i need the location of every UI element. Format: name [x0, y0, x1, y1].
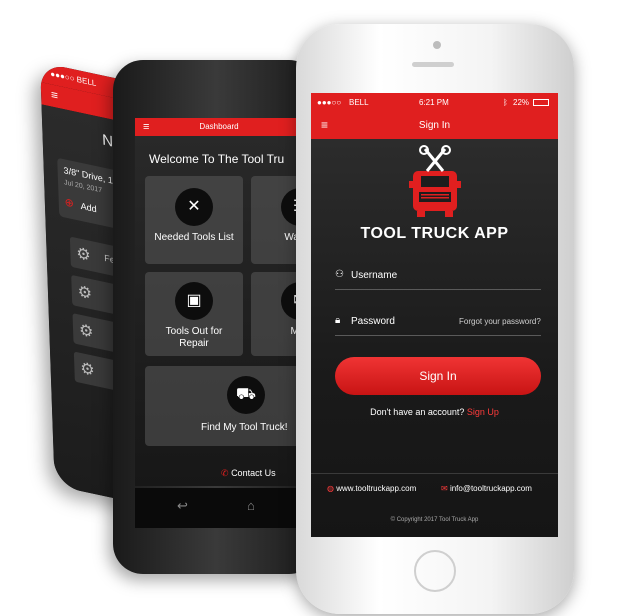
tile-label: Tools Out for Repair	[165, 326, 223, 349]
email-text: info@tooltruckapp.com	[449, 484, 532, 493]
email-link[interactable]: ✉ info@tooltruckapp.com	[441, 484, 532, 493]
gear-icon: ⚙	[76, 244, 92, 266]
mail-icon: ✉	[441, 484, 448, 493]
signin-header: ≡ Sign In	[311, 113, 558, 139]
phone-icon: ✆	[221, 468, 229, 478]
status-bar: ●●●○○ BELL 6:21 PM ᛒ 22%	[311, 93, 558, 113]
website-text: www.tooltruckapp.com	[336, 484, 417, 493]
camera-icon	[433, 41, 441, 49]
welcome-heading: Welcome To The Tool Tru	[149, 152, 285, 166]
gear-icon: ⚙	[80, 359, 95, 380]
signal-icon: ●●●○○	[317, 98, 342, 107]
website-link[interactable]: ◍ www.tooltruckapp.com	[327, 484, 416, 493]
truck-icon: ⛟	[227, 376, 265, 414]
password-label[interactable]: Password	[351, 316, 395, 327]
username-field[interactable]	[335, 289, 541, 290]
android-screen: ≡ Dashboard Welcome To The Tool Tru ✕ Ne…	[135, 118, 303, 486]
bluetooth-icon: ᛒ	[503, 98, 508, 107]
carrier-label: BELL	[349, 98, 369, 107]
repair-icon: ▣	[175, 282, 213, 320]
back-icon[interactable]: ↩	[177, 498, 188, 514]
add-label[interactable]: Add	[81, 201, 97, 215]
contact-us-label: Contact Us	[231, 468, 276, 478]
tile-tools-out-for-repair[interactable]: ▣ Tools Out for Repair	[145, 272, 243, 356]
tile-label: Needed Tools List	[154, 232, 234, 243]
iphone-screen: ●●●○○ BELL 6:21 PM ᛒ 22% ≡ Sign In TOOL …	[311, 93, 558, 537]
tools-icon: ✕	[175, 188, 213, 226]
gear-icon: ⚙	[77, 283, 93, 304]
tile-label: Find My Tool Truck!	[201, 422, 288, 433]
time-label: 6:21 PM	[419, 98, 449, 107]
home-button[interactable]	[414, 550, 456, 592]
battery-icon	[533, 99, 549, 106]
user-icon: ⚇	[335, 269, 344, 280]
copyright: © Copyright 2017 Tool Truck App	[390, 517, 479, 523]
no-account-text: Don't have an account?	[370, 407, 465, 417]
app-brand-name: TOOL TRUCK APP	[360, 225, 509, 242]
home-icon[interactable]: ⌂	[247, 498, 255, 513]
menu-icon[interactable]: ≡	[51, 87, 58, 103]
signup-link[interactable]: Sign Up	[467, 407, 499, 417]
password-field[interactable]	[335, 335, 541, 336]
forgot-password-link[interactable]: Forgot your password?	[459, 317, 541, 326]
signin-title: Sign In	[418, 120, 451, 131]
username-label[interactable]: Username	[351, 270, 397, 281]
android-header: ≡ Dashboard	[135, 118, 303, 136]
signup-prompt: Don't have an account? Sign Up	[311, 407, 558, 417]
carrier-label: BELL	[76, 74, 97, 89]
lock-icon: 🔒︎	[335, 315, 341, 326]
dashboard-title: Dashboard	[199, 122, 239, 131]
battery-label: 22%	[513, 98, 530, 107]
gear-icon: ⚙	[78, 321, 94, 342]
android-nav-bar: ↩ ⌂	[135, 488, 303, 528]
tool-truck-logo-icon	[409, 145, 461, 217]
signin-button[interactable]: Sign In	[335, 357, 541, 395]
tile-needed-tools[interactable]: ✕ Needed Tools List	[145, 176, 243, 264]
add-circle-icon[interactable]: ⊕	[64, 195, 74, 210]
speaker-grille	[412, 62, 454, 67]
tile-find-my-tool-truck[interactable]: ⛟ Find My Tool Truck!	[145, 366, 303, 446]
footer-divider	[311, 473, 558, 474]
globe-icon: ◍	[327, 484, 334, 493]
contact-us-link[interactable]: ✆ Contact Us	[221, 468, 276, 479]
signal-icon: ●●●○○	[50, 69, 75, 84]
